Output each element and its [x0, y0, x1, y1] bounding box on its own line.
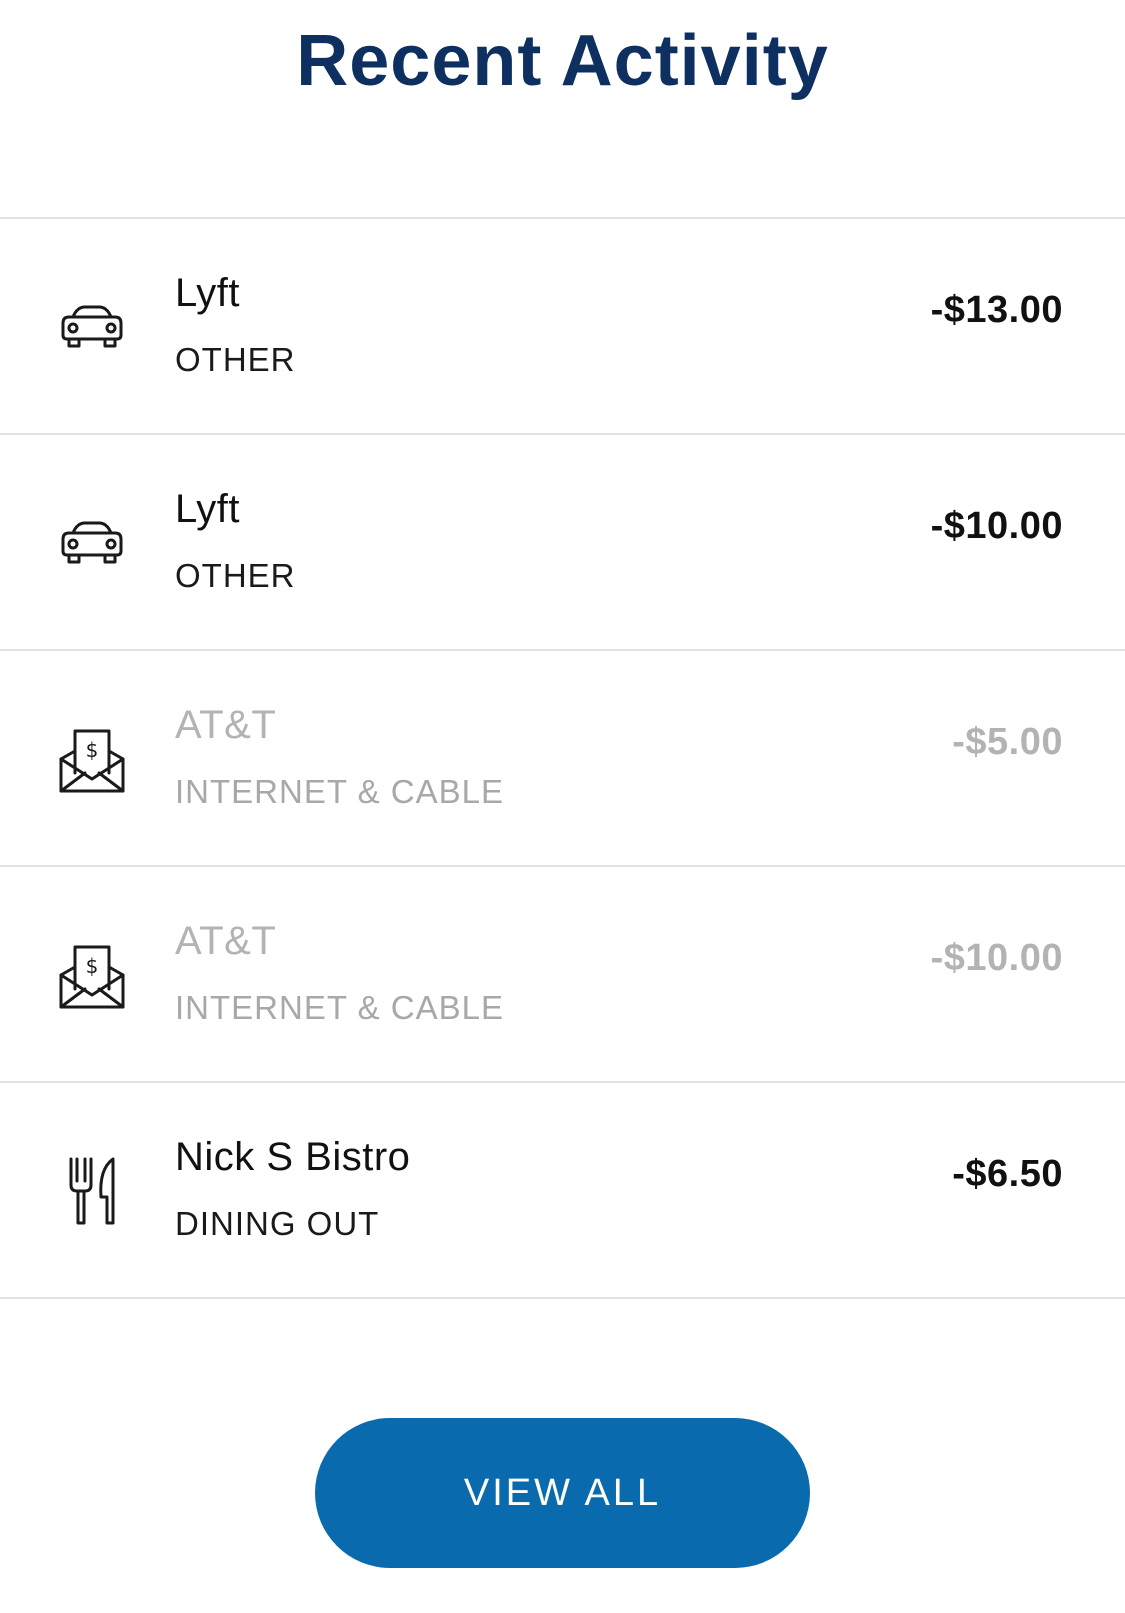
- transaction-row[interactable]: Nick S Bistro DINING OUT -$6.50: [0, 1083, 1125, 1299]
- transaction-merchant: Lyft: [175, 487, 240, 531]
- transaction-row-pending[interactable]: $ AT&T INTERNET & CABLE -$5.00: [0, 651, 1125, 867]
- transaction-amount: -$10.00: [930, 937, 1063, 979]
- transaction-row[interactable]: Lyft OTHER -$13.00: [0, 219, 1125, 435]
- transaction-amount: -$10.00: [930, 505, 1063, 547]
- page-title: Recent Activity: [296, 21, 829, 101]
- transaction-merchant: Nick S Bistro: [175, 1135, 411, 1179]
- bill-envelope-icon: $: [55, 939, 129, 1013]
- transaction-category: OTHER: [175, 341, 296, 378]
- view-all-button[interactable]: VIEW ALL: [315, 1418, 810, 1568]
- car-icon: [55, 507, 129, 581]
- bill-envelope-icon: $: [55, 723, 129, 797]
- transaction-amount: -$13.00: [930, 289, 1063, 331]
- transaction-merchant: AT&T: [175, 919, 277, 963]
- fork-knife-icon: [55, 1155, 129, 1229]
- transaction-amount: -$6.50: [952, 1153, 1063, 1195]
- recent-activity-page: Recent Activity Lyft OTHER -$13.00 Lyft …: [0, 0, 1125, 1613]
- transaction-category: INTERNET & CABLE: [175, 773, 504, 810]
- transaction-category: INTERNET & CABLE: [175, 989, 504, 1026]
- transaction-merchant: AT&T: [175, 703, 277, 747]
- transaction-category: OTHER: [175, 557, 296, 594]
- transaction-row[interactable]: Lyft OTHER -$10.00: [0, 435, 1125, 651]
- transaction-merchant: Lyft: [175, 271, 240, 315]
- transaction-amount: -$5.00: [952, 721, 1063, 763]
- transaction-category: DINING OUT: [175, 1205, 380, 1242]
- svg-text:$: $: [86, 738, 99, 762]
- svg-text:$: $: [86, 954, 99, 978]
- transaction-row-pending[interactable]: $ AT&T INTERNET & CABLE -$10.00: [0, 867, 1125, 1083]
- car-icon: [55, 291, 129, 365]
- transaction-list: Lyft OTHER -$13.00 Lyft OTHER -$10.00 $ …: [0, 217, 1125, 1299]
